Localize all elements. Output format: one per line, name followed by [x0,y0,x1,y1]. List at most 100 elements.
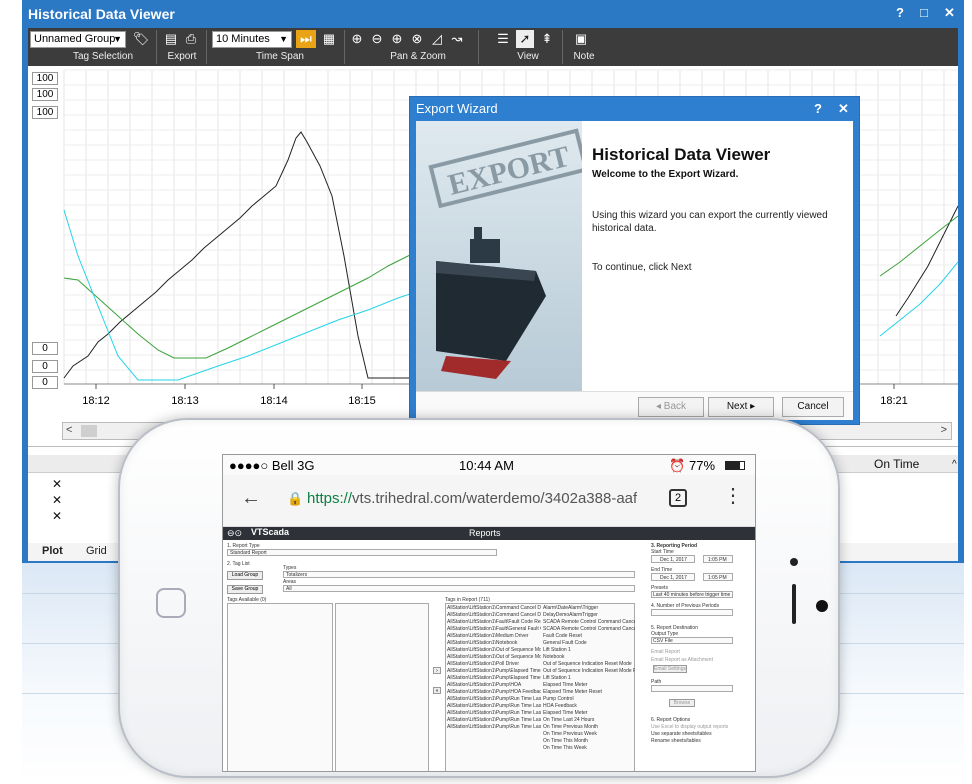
tag-list-item[interactable]: AllStation\LiftStation1\Medium Driver [447,633,541,639]
move-left-icon[interactable]: « [433,687,441,694]
path-field[interactable] [651,685,733,692]
cursor-icon[interactable]: ➚ [516,30,534,48]
note-icon[interactable]: ▣ [572,30,590,48]
tag-list-item[interactable]: AllStation\LiftStation1\Pump\Elapsed Tim… [447,668,541,674]
tag-list-item[interactable]: AllStation\LiftStation1\Pump\Elapsed Tim… [447,675,541,681]
pan-icon[interactable]: ↝ [448,30,466,48]
use-excel-checkbox[interactable]: Use Excel to display output reports [651,724,728,730]
tab-count-button[interactable]: 2 [669,489,687,507]
calendar-icon[interactable]: ▦ [320,30,338,48]
tag-list-item[interactable]: On Time This Month [543,738,635,744]
tag-list-item[interactable]: On Time This Week [543,745,635,751]
tag-list-item[interactable]: AllStation\LiftStation1\Pump\HOA [447,682,541,688]
save-group-button[interactable]: Save Group [227,585,263,594]
end-date-field[interactable]: Dec 1, 2017 [651,573,695,581]
more-menu-icon[interactable]: ⋮ [723,483,743,508]
remove-icon[interactable]: ✕ [52,509,62,523]
back-button[interactable]: ◂ Back [638,397,704,417]
home-button[interactable] [156,588,186,618]
zoom-in-icon[interactable]: ⊕ [388,30,406,48]
split-icon[interactable]: ⇞ [538,30,556,48]
browse-button[interactable]: Browse [669,699,695,707]
tag-list-item[interactable]: HOA Feedback [543,703,635,709]
tag-list-item[interactable]: AllStation\LiftStation1\Fault\General Fa… [447,626,541,632]
tag-list-item[interactable]: On Time Last 24 Hours [543,717,635,723]
tag-list-item[interactable]: Fault Code Reset [543,633,635,639]
help-button[interactable]: ? [896,5,904,20]
scroll-right-icon[interactable]: > [941,424,947,436]
tag-list-item[interactable]: Out of Sequence Indication Reset Mode [543,661,635,667]
email-settings-button[interactable]: Email Settings [653,665,687,673]
areas-select[interactable]: All [283,585,635,592]
remove-icon[interactable]: ✕ [52,477,62,491]
email-attachment-checkbox[interactable]: Email Report as Attachment [651,657,713,663]
tag-list-item[interactable]: Elapsed Time Meter Reset [543,689,635,695]
fast-forward-icon[interactable]: ⏭ [296,30,316,48]
tag-list-item[interactable]: Elapsed Time Meter [543,682,635,688]
tag-list-item[interactable]: AllStation\LiftStation1\Command Cancel D… [447,605,541,611]
tags-in-report-list[interactable]: AllStation\LiftStation1\Command Cancel D… [445,603,635,771]
tab-grid[interactable]: Grid [86,545,107,557]
tag-list-item[interactable]: Lift Station 1 [543,647,635,653]
zoom-fit-icon[interactable]: ⊕ [348,30,366,48]
tag-list-item[interactable]: On Time Previous Month [543,724,635,730]
presets-select[interactable]: Last 40 minutes before trigger time [651,591,733,598]
close-button[interactable]: ✕ [944,5,955,21]
zoom-out-icon[interactable]: ⊖ [368,30,386,48]
cancel-button[interactable]: Cancel [782,397,844,417]
tags-available-list-2[interactable] [335,603,429,771]
tag-list-item[interactable]: AllStation\LiftStation1\Out of Sequence … [447,647,541,653]
tag-list-item[interactable]: AllStation\LiftStation1\Out of Sequence … [447,654,541,660]
tag-list-item[interactable]: Lift Station 1 [543,675,635,681]
legend-icon[interactable]: ☰ [494,30,512,48]
types-select[interactable]: Totalizers [283,571,635,578]
tag-list-item[interactable]: AllStation\LiftStation1\Poll Driver [447,661,541,667]
next-button[interactable]: Next ▸ [708,397,774,417]
scroll-thumb[interactable] [81,425,97,437]
tag-list-item[interactable]: AllStation\LiftStation1\Pump\Run Time La… [447,724,541,730]
on-time-column-header[interactable]: On Time [874,457,919,471]
move-right-icon[interactable]: › [433,667,441,674]
tag-list-item[interactable]: General Fault Code [543,640,635,646]
url-field[interactable]: https://vts.trihedral.com/waterdemo/3402… [307,490,637,507]
tag-list-item[interactable]: DelayDemoAlarmTrigger [543,612,635,618]
nav-icon[interactable]: ⊖⊙ [227,528,242,539]
report-type-select[interactable]: Standard Report [227,549,497,556]
save-icon[interactable]: ▤ [162,30,180,48]
remove-icon[interactable]: ✕ [52,493,62,507]
wizard-help-button[interactable]: ? [814,101,822,116]
rename-sheets-checkbox[interactable]: Rename sheets/tables [651,738,701,744]
tab-plot[interactable]: Plot [42,545,63,557]
print-icon[interactable]: ⎙ [182,30,200,48]
output-type-select[interactable]: CSV File [651,637,733,644]
load-group-button[interactable]: Load Group [227,571,263,580]
tag-list-item[interactable]: Alarm\DateAlarm\Trigger [543,605,635,611]
tags-available-list[interactable] [227,603,333,771]
tag-list-item[interactable]: AllStation\LiftStation1\Pump\Run Time La… [447,717,541,723]
tag-list-item[interactable]: AllStation\LiftStation1\Fault\Fault Code… [447,619,541,625]
tag-list-item[interactable]: Out of Sequence Indication Reset Mode FB [543,668,635,674]
email-report-checkbox[interactable]: Email Report [651,649,680,655]
tag-list-item[interactable]: AllStation\LiftStation1\Command Cancel D… [447,612,541,618]
tag-group-select[interactable]: Unnamed Group ▼ [30,31,126,48]
start-date-field[interactable]: Dec 1, 2017 [651,555,695,563]
tag-list-item[interactable]: SCADA Remote Control Command Cancel Dela… [543,619,635,625]
tag-list-item[interactable]: On Time Previous Week [543,731,635,737]
wizard-close-button[interactable]: ✕ [838,101,849,117]
tag-list-item[interactable]: AllStation\LiftStation1\Pump\Run Time La… [447,703,541,709]
tag-list-item[interactable]: AllStation\LiftStation1\Pump\HOA Feedbac… [447,689,541,695]
tag-list-item[interactable]: AllStation\LiftStation1\Pump\Run Time La… [447,696,541,702]
tag-list-item[interactable]: SCADA Remote Control Command Cancel Dela… [543,626,635,632]
chart-zoom-icon[interactable]: ◿ [428,30,446,48]
time-span-select[interactable]: 10 Minutes ▼ [212,31,292,48]
tag-list-item[interactable]: AllStation\LiftStation1\Notebook [447,640,541,646]
maximize-button[interactable]: □ [920,5,928,20]
tag-list-item[interactable]: AllStation\LiftStation1\Pump\Run Time La… [447,710,541,716]
back-arrow-icon[interactable]: ← [241,487,261,510]
scroll-up-icon[interactable]: ^ [952,459,957,470]
end-time-field[interactable]: 1:05 PM [703,573,733,581]
zoom-range-icon[interactable]: ⊗ [408,30,426,48]
tag-icon[interactable]: 🏷 [132,30,150,48]
tag-list-item[interactable]: Elapsed Time Meter [543,710,635,716]
tag-list-item[interactable]: Notebook [543,654,635,660]
